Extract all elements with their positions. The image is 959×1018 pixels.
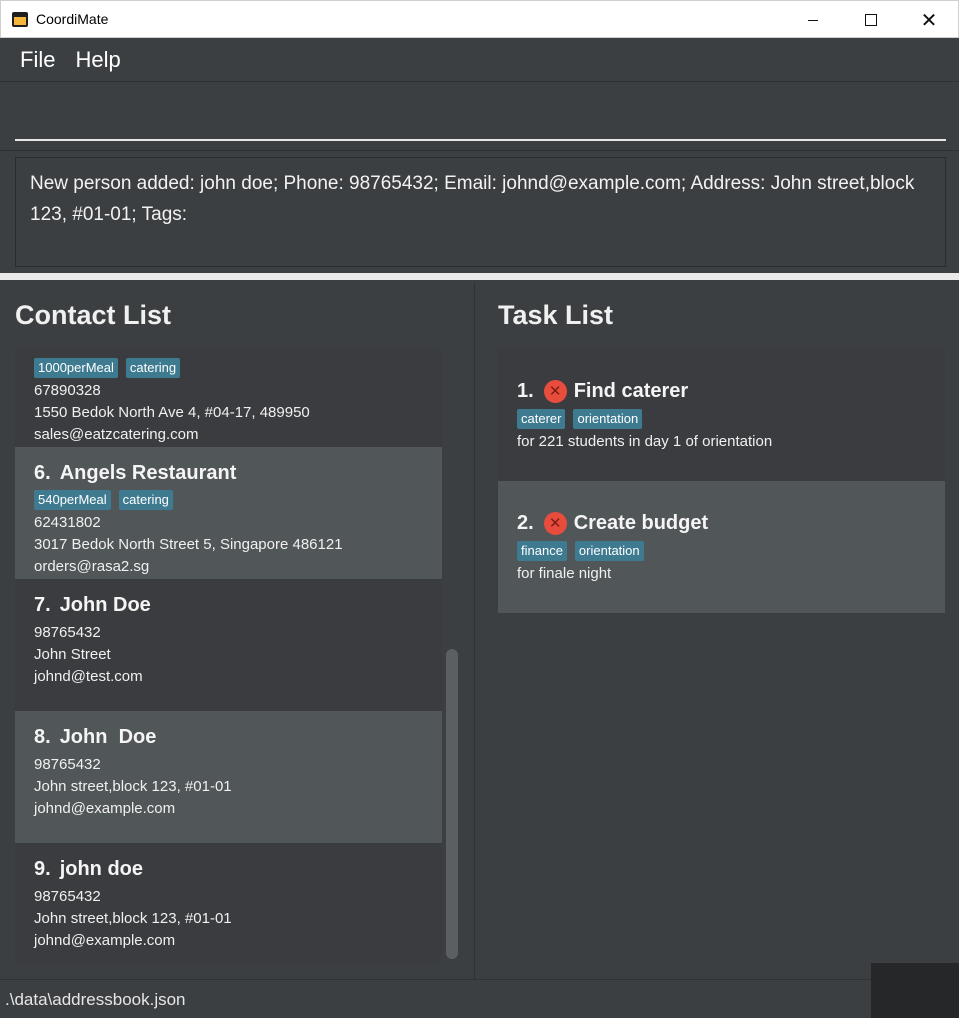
contact-phone: 62431802 bbox=[34, 514, 101, 531]
command-input[interactable] bbox=[15, 93, 946, 141]
contact-name-row bbox=[34, 349, 423, 355]
contact-list-view[interactable]: 1000perMeal catering 67890328 1550 Bedok… bbox=[15, 349, 460, 964]
contact-index: 9. bbox=[34, 857, 51, 880]
command-box bbox=[0, 83, 959, 151]
task-index: 2. bbox=[517, 511, 534, 534]
contact-index: 8. bbox=[34, 725, 51, 748]
tag: orientation bbox=[574, 541, 644, 561]
contact-card[interactable]: 7. John Doe 98765432 John Street johnd@t… bbox=[15, 579, 442, 711]
tag: 1000perMeal bbox=[34, 358, 118, 378]
window-title-bar: CoordiMate ✕ bbox=[0, 0, 959, 38]
contact-email: johnd@test.com bbox=[34, 668, 143, 685]
calendar-icon bbox=[11, 10, 29, 28]
tag: orientation bbox=[573, 409, 643, 429]
status-bar: .\data\addressbook.json bbox=[0, 979, 871, 1018]
contact-name: John Doe bbox=[59, 725, 157, 748]
contact-address: John Street bbox=[34, 646, 111, 663]
task-title-row: 1. ✕ Find caterer bbox=[517, 377, 926, 405]
contact-address: John street,block 123, #01-01 bbox=[34, 910, 232, 927]
not-done-icon: ✕ bbox=[543, 511, 567, 535]
contact-phone: 67890328 bbox=[34, 382, 101, 399]
task-list-title: Task List bbox=[498, 300, 614, 330]
contact-name: Angels Restaurant bbox=[59, 461, 237, 484]
contact-address: 3017 Bedok North Street 5, Singapore 486… bbox=[34, 536, 343, 553]
contact-list-title: Contact List bbox=[15, 300, 172, 330]
tag: catering bbox=[125, 358, 181, 378]
menu-help[interactable]: Help bbox=[75, 47, 120, 73]
contact-name-row: 7. John Doe bbox=[34, 591, 423, 619]
result-display-area: New person added: john doe; Phone: 98765… bbox=[0, 152, 959, 273]
contact-list-scrollbar[interactable] bbox=[446, 649, 458, 959]
task-tags: finance orientation bbox=[517, 541, 926, 561]
contact-name: john doe bbox=[59, 857, 144, 880]
task-title-row: 2. ✕ Create budget bbox=[517, 509, 926, 537]
contact-name: John Doe bbox=[59, 593, 151, 616]
contact-email: orders@rasa2.sg bbox=[34, 558, 150, 575]
window-title: CoordiMate bbox=[36, 11, 109, 27]
window-controls: ✕ bbox=[784, 1, 958, 39]
result-display: New person added: john doe; Phone: 98765… bbox=[15, 157, 946, 267]
task-card[interactable]: 2. ✕ Create budget finance orientation f… bbox=[498, 481, 945, 613]
task-title: Find caterer bbox=[573, 379, 689, 402]
task-title: Create budget bbox=[573, 511, 709, 534]
menu-file[interactable]: File bbox=[20, 47, 55, 73]
contact-tags: 540perMeal catering bbox=[34, 490, 423, 510]
contact-address: 1550 Bedok North Ave 4, #04-17, 489950 bbox=[34, 404, 310, 421]
contact-card[interactable]: 9. john doe 98765432 John street,block 1… bbox=[15, 843, 442, 964]
minimize-icon[interactable] bbox=[784, 1, 842, 39]
task-note: for finale night bbox=[517, 565, 612, 582]
task-list-panel: Task List 1. ✕ Find caterer caterer orie… bbox=[476, 282, 959, 979]
contact-address: John street,block 123, #01-01 bbox=[34, 778, 232, 795]
not-done-icon: ✕ bbox=[543, 379, 567, 403]
tag: catering bbox=[118, 490, 173, 510]
contact-email: johnd@example.com bbox=[34, 800, 176, 817]
split-pane-divider[interactable] bbox=[0, 273, 959, 282]
menu-bar: File Help bbox=[0, 38, 959, 82]
task-card[interactable]: 1. ✕ Find caterer caterer orientation fo… bbox=[498, 349, 945, 481]
contact-name-row: 6. Angels Restaurant bbox=[34, 459, 423, 487]
contact-phone: 98765432 bbox=[34, 624, 101, 641]
maximize-icon[interactable] bbox=[842, 1, 900, 39]
contact-card[interactable]: 8. John Doe 98765432 John street,block 1… bbox=[15, 711, 442, 843]
task-note: for 221 students in day 1 of orientation bbox=[517, 433, 773, 450]
task-list-view[interactable]: 1. ✕ Find caterer caterer orientation fo… bbox=[498, 349, 945, 613]
task-index: 1. bbox=[517, 379, 534, 402]
tag: 540perMeal bbox=[34, 490, 111, 510]
contact-email: sales@eatzcatering.com bbox=[34, 426, 199, 443]
status-bar-corner bbox=[871, 963, 959, 1018]
contact-phone: 98765432 bbox=[34, 888, 101, 905]
contact-phone: 98765432 bbox=[34, 756, 101, 773]
close-icon[interactable]: ✕ bbox=[900, 1, 958, 39]
contact-card[interactable]: 1000perMeal catering 67890328 1550 Bedok… bbox=[15, 349, 442, 447]
contact-index: 7. bbox=[34, 593, 51, 616]
contact-tags: 1000perMeal catering bbox=[34, 358, 423, 378]
contact-list-panel: Contact List 1000perMeal catering 678903… bbox=[0, 282, 475, 979]
contact-card[interactable]: 6. Angels Restaurant 540perMeal catering… bbox=[15, 447, 442, 579]
save-location: .\data\addressbook.json bbox=[5, 990, 186, 1009]
contact-email: johnd@example.com bbox=[34, 932, 176, 949]
task-tags: caterer orientation bbox=[517, 409, 926, 429]
contact-index: 6. bbox=[34, 461, 51, 484]
contact-name-row: 9. john doe bbox=[34, 855, 423, 883]
tag: caterer bbox=[517, 409, 566, 429]
tag: finance bbox=[517, 541, 567, 561]
contact-name-row: 8. John Doe bbox=[34, 723, 423, 751]
